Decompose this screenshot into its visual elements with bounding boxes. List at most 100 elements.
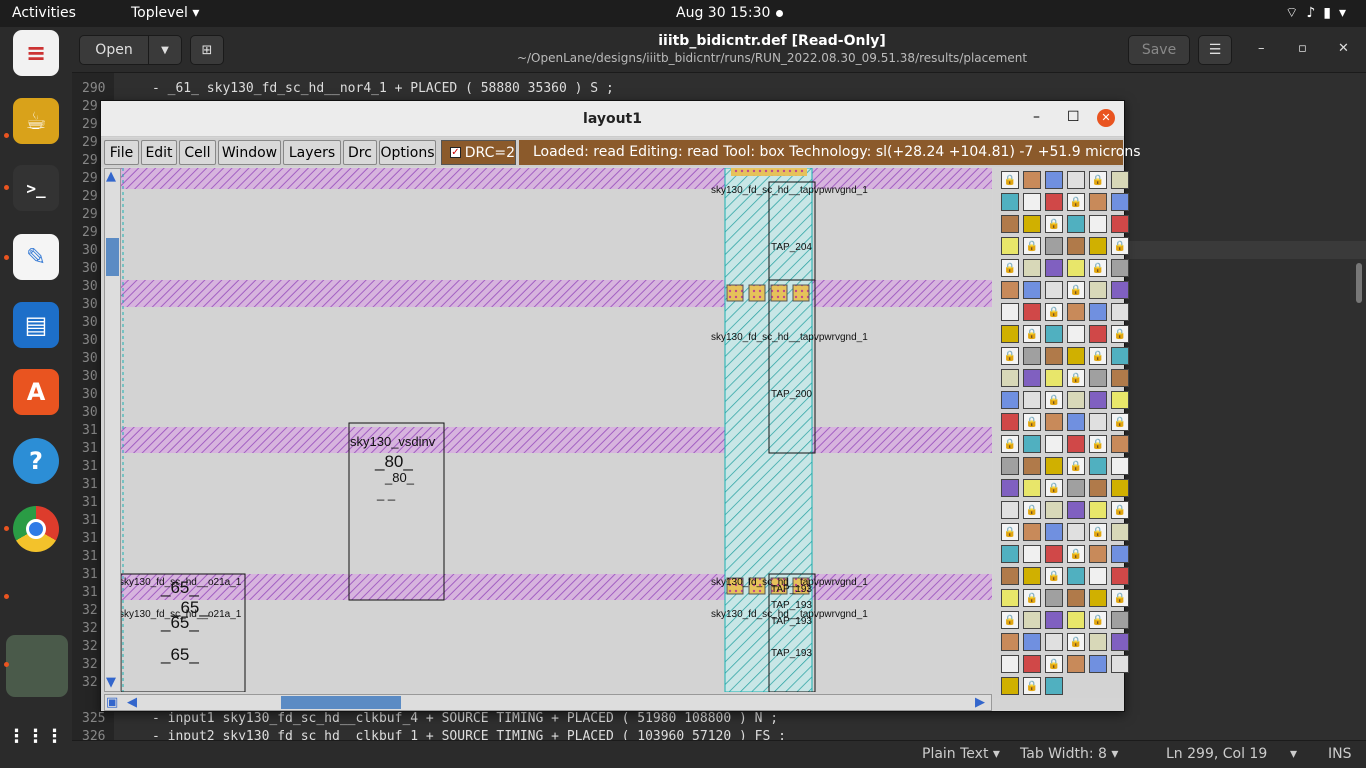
layer-swatch[interactable]: 🔒 [1045, 567, 1063, 585]
show-apps-icon[interactable]: ⋮⋮⋮ [8, 713, 64, 759]
layer-swatch[interactable] [1023, 611, 1041, 629]
layer-swatch[interactable] [1045, 501, 1063, 519]
activities-button[interactable]: Activities [12, 5, 76, 21]
layer-swatch[interactable]: 🔒 [1023, 677, 1041, 695]
editor-scrollbar[interactable] [1356, 263, 1362, 303]
clock[interactable]: Aug 30 15:30 [676, 5, 770, 21]
impress-icon[interactable]: ▤ [13, 302, 59, 348]
terminal-icon[interactable]: >_ [13, 165, 59, 211]
layer-swatch[interactable] [1001, 567, 1019, 585]
layer-swatch[interactable] [1001, 193, 1019, 211]
code-line[interactable]: - _61_ sky130_fd_sc_hd__nor4_1 + PLACED … [152, 81, 614, 96]
layer-swatch[interactable] [1089, 391, 1107, 409]
layer-swatch[interactable] [1111, 655, 1129, 673]
menu-file[interactable]: File [104, 140, 139, 165]
layer-swatch[interactable]: 🔒 [1067, 193, 1085, 211]
layer-swatch[interactable] [1067, 611, 1085, 629]
layer-swatch[interactable]: 🔒 [1045, 479, 1063, 497]
cursor-position-arrow[interactable]: ▾ [1290, 746, 1297, 762]
layer-swatch[interactable] [1067, 479, 1085, 497]
layer-swatch[interactable]: 🔒 [1023, 501, 1041, 519]
drc-checkbox-icon[interactable]: ✓ [450, 147, 461, 158]
layer-swatch[interactable]: 🔒 [1089, 435, 1107, 453]
layer-swatch[interactable] [1045, 435, 1063, 453]
code-line[interactable]: - input2 sky130_fd_sc_hd__clkbuf_1 + SOU… [152, 729, 786, 740]
layer-swatch[interactable]: 🔒 [1023, 589, 1041, 607]
layer-swatch[interactable]: 🔒 [1045, 303, 1063, 321]
layer-swatch[interactable] [1001, 677, 1019, 695]
layer-swatch[interactable] [1067, 259, 1085, 277]
save-button[interactable]: Save [1128, 35, 1190, 65]
layer-swatch[interactable] [1089, 501, 1107, 519]
layer-swatch[interactable] [1067, 435, 1085, 453]
layer-swatch[interactable] [1111, 435, 1129, 453]
layer-swatch[interactable] [1045, 611, 1063, 629]
layer-swatch[interactable]: 🔒 [1111, 237, 1129, 255]
layer-swatch[interactable] [1045, 171, 1063, 189]
layer-swatch[interactable] [1111, 303, 1129, 321]
language-selector[interactable]: Plain Text ▾ [922, 746, 1000, 762]
layer-swatch[interactable] [1111, 611, 1129, 629]
magic-window-icon[interactable] [6, 635, 68, 697]
layer-swatch[interactable]: 🔒 [1045, 215, 1063, 233]
layer-swatch[interactable]: 🔒 [1067, 633, 1085, 651]
layer-swatch[interactable] [1067, 325, 1085, 343]
layer-swatch[interactable]: 🔒 [1089, 523, 1107, 541]
layer-swatch[interactable] [1111, 215, 1129, 233]
layer-swatch[interactable]: 🔒 [1001, 171, 1019, 189]
layer-swatch[interactable]: 🔒 [1023, 413, 1041, 431]
layer-swatch[interactable] [1111, 347, 1129, 365]
layer-swatch[interactable] [1111, 259, 1129, 277]
layer-swatch[interactable] [1023, 391, 1041, 409]
scroll-corner-icon[interactable]: ▣ [106, 696, 118, 710]
code-line[interactable]: - input1 sky130_fd_sc_hd__clkbuf_4 + SOU… [152, 711, 778, 726]
layer-swatch[interactable] [1067, 413, 1085, 431]
layer-swatch[interactable]: 🔒 [1089, 171, 1107, 189]
layer-swatch[interactable]: 🔒 [1089, 611, 1107, 629]
layer-swatch[interactable] [1111, 391, 1129, 409]
open-button[interactable]: Open [79, 35, 149, 65]
layer-swatch[interactable] [1067, 523, 1085, 541]
layer-swatch[interactable]: 🔒 [1001, 611, 1019, 629]
menu-layers[interactable]: Layers [283, 140, 341, 165]
layer-swatch[interactable] [1067, 171, 1085, 189]
layer-swatch[interactable] [1001, 479, 1019, 497]
layer-swatch[interactable] [1001, 457, 1019, 475]
layer-swatch[interactable] [1111, 369, 1129, 387]
layer-swatch[interactable] [1001, 369, 1019, 387]
layer-swatch[interactable]: 🔒 [1045, 391, 1063, 409]
cursor-position[interactable]: Ln 299, Col 19 [1166, 746, 1267, 762]
layer-swatch[interactable] [1023, 523, 1041, 541]
layer-swatch[interactable]: 🔒 [1001, 435, 1019, 453]
layer-swatch[interactable] [1111, 457, 1129, 475]
layer-swatch[interactable] [1023, 215, 1041, 233]
scroll-right-icon[interactable]: ▶ [975, 696, 985, 710]
layer-swatch[interactable]: 🔒 [1001, 347, 1019, 365]
layer-swatch[interactable] [1067, 237, 1085, 255]
layer-swatch[interactable] [1045, 369, 1063, 387]
layer-swatch[interactable] [1001, 501, 1019, 519]
open-dropdown-button[interactable]: ▼ [148, 35, 182, 65]
layer-swatch[interactable]: 🔒 [1111, 413, 1129, 431]
document-viewer-icon[interactable]: ≡ [13, 30, 59, 76]
layer-swatch[interactable] [1001, 391, 1019, 409]
layer-swatch[interactable]: 🔒 [1045, 655, 1063, 673]
layout-canvas[interactable]: sky130_fd_sc_hd__tapvpwrvgnd_1 TAP_204 s… [121, 168, 992, 692]
horizontal-scroll-thumb[interactable] [281, 696, 401, 709]
chrome-icon[interactable] [13, 506, 59, 552]
layer-swatch[interactable] [1023, 171, 1041, 189]
layer-swatch[interactable] [1045, 633, 1063, 651]
layer-swatch[interactable]: 🔒 [1067, 457, 1085, 475]
layer-swatch[interactable] [1089, 633, 1107, 651]
software-icon[interactable]: A [13, 369, 59, 415]
scroll-down-icon[interactable]: ▼ [106, 676, 116, 690]
help-icon[interactable]: ? [13, 438, 59, 484]
layer-swatch[interactable]: 🔒 [1067, 369, 1085, 387]
layer-swatch[interactable] [1045, 589, 1063, 607]
layer-swatch[interactable] [1001, 589, 1019, 607]
layout-horizontal-scrollbar[interactable]: ▣ ◀ ▶ [104, 694, 992, 711]
layer-swatch[interactable] [1001, 545, 1019, 563]
system-tray[interactable]: ⌔♪▮▾ [1285, 4, 1354, 22]
layer-swatch[interactable] [1023, 567, 1041, 585]
layer-swatch[interactable] [1001, 237, 1019, 255]
